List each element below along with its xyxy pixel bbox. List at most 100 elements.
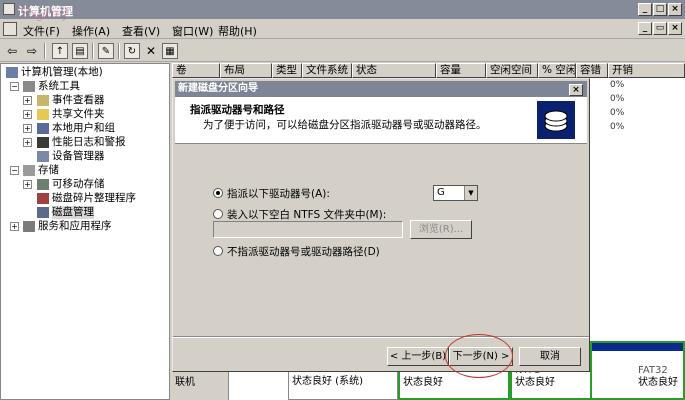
cancel-button[interactable]: 取消 bbox=[519, 347, 581, 366]
tree-item-device-manager[interactable]: 设备管理器 bbox=[52, 150, 105, 163]
assign-letter-label: 指派以下驱动器号(A): bbox=[227, 188, 330, 200]
menu-view[interactable]: 查看(V) bbox=[122, 23, 160, 39]
column-volume[interactable]: 卷 bbox=[172, 63, 220, 78]
volume-status: 状态良好 bbox=[403, 377, 443, 388]
dialog-header-title: 指派驱动器号和路径 bbox=[190, 104, 285, 116]
back-button[interactable]: < 上一步(B) bbox=[387, 347, 449, 366]
defrag-icon bbox=[37, 193, 49, 204]
overhead-value: 0% bbox=[610, 94, 625, 104]
shared-folder-icon bbox=[37, 109, 49, 120]
expand-icon[interactable]: + bbox=[23, 124, 32, 133]
column-filesystem[interactable]: 文件系统 bbox=[302, 63, 352, 78]
refresh-icon[interactable]: ↻ bbox=[124, 43, 140, 59]
overhead-value: 0% bbox=[610, 108, 625, 118]
disk-management-icon bbox=[37, 207, 49, 218]
collapse-icon[interactable]: − bbox=[10, 166, 19, 175]
drive-letter-value: G bbox=[437, 187, 445, 198]
minimize-button[interactable]: _ bbox=[638, 3, 652, 16]
storage-icon bbox=[23, 165, 35, 176]
collapse-icon[interactable]: − bbox=[10, 82, 19, 91]
column-capacity[interactable]: 容量 bbox=[436, 63, 486, 78]
column-percent-free[interactable]: % 空闲 bbox=[538, 63, 576, 78]
tree-item-local-users[interactable]: 本地用户和组 bbox=[52, 122, 115, 135]
disk-stack-icon bbox=[537, 101, 575, 139]
services-icon bbox=[23, 221, 35, 232]
toolbar-separator bbox=[44, 43, 46, 59]
column-type[interactable]: 类型 bbox=[272, 63, 302, 78]
window-titlebar: 计算机管理 Sxylmf _ □ × bbox=[0, 0, 685, 22]
up-one-level-icon[interactable]: ↑ bbox=[52, 43, 68, 59]
expand-icon[interactable]: + bbox=[10, 222, 19, 231]
volume-block[interactable]: FAT32 状态良好 bbox=[590, 341, 685, 400]
forward-arrow-icon[interactable]: ⇨ bbox=[24, 43, 40, 59]
device-manager-icon bbox=[37, 151, 49, 162]
tree-item-shared-folders[interactable]: 共享文件夹 bbox=[52, 108, 105, 121]
tree-item-perf-logs[interactable]: 性能日志和警报 bbox=[52, 136, 126, 149]
tree-item-system-tools[interactable]: 系统工具 bbox=[38, 80, 80, 93]
menu-action[interactable]: 操作(A) bbox=[72, 23, 110, 39]
expand-icon[interactable]: + bbox=[23, 180, 32, 189]
removable-storage-icon bbox=[37, 179, 49, 190]
users-icon bbox=[37, 123, 49, 134]
tree-item-event-viewer[interactable]: 事件查看器 bbox=[52, 94, 105, 107]
expand-icon[interactable]: + bbox=[23, 138, 32, 147]
child-minimize-button[interactable]: _ bbox=[638, 22, 652, 35]
properties-icon[interactable]: ✎ bbox=[98, 43, 114, 59]
dialog-close-button[interactable]: × bbox=[569, 84, 583, 96]
volume-header-bar bbox=[592, 343, 683, 351]
child-restore-button[interactable]: ▭ bbox=[653, 22, 667, 35]
tree-item-disk-management[interactable]: 磁盘管理 bbox=[52, 206, 94, 219]
maximize-button[interactable]: □ bbox=[653, 3, 667, 16]
tree-item-root[interactable]: 计算机管理(本地) bbox=[21, 66, 103, 79]
column-free-space[interactable]: 空闲空间 bbox=[486, 63, 538, 78]
tools-icon bbox=[23, 81, 35, 92]
mount-folder-radio[interactable] bbox=[213, 209, 223, 219]
no-letter-radio[interactable] bbox=[213, 246, 223, 256]
overhead-value: 0% bbox=[610, 122, 625, 132]
toolbar-separator bbox=[118, 43, 120, 59]
annotation-circle bbox=[445, 334, 513, 378]
tree-item-defrag[interactable]: 磁盘碎片整理程序 bbox=[52, 192, 136, 205]
column-layout[interactable]: 布局 bbox=[220, 63, 272, 78]
dialog-header-subtitle: 为了便于访问，可以给磁盘分区指派驱动器号或驱动器路径。 bbox=[203, 119, 487, 131]
export-list-icon[interactable]: ▦ bbox=[162, 43, 178, 59]
tree-item-services[interactable]: 服务和应用程序 bbox=[38, 220, 112, 233]
dialog-separator bbox=[173, 336, 589, 338]
show-hide-tree-icon[interactable]: ▤ bbox=[72, 43, 88, 59]
assign-letter-radio[interactable] bbox=[213, 188, 223, 198]
menu-file[interactable]: 文件(F) bbox=[23, 23, 60, 39]
column-fault-tolerance[interactable]: 容错 bbox=[576, 63, 608, 78]
expand-icon[interactable]: + bbox=[23, 110, 32, 119]
back-arrow-icon[interactable]: ⇦ bbox=[4, 43, 20, 59]
menu-window[interactable]: 窗口(W) bbox=[172, 23, 213, 39]
chevron-down-icon[interactable]: ▼ bbox=[464, 186, 477, 200]
computer-management-icon bbox=[3, 3, 15, 15]
new-partition-wizard-dialog: 新建磁盘分区向导 × 指派驱动器号和路径 为了便于访问，可以给磁盘分区指派驱动器… bbox=[172, 78, 590, 372]
dialog-header: 指派驱动器号和路径 为了便于访问，可以给磁盘分区指派驱动器号或驱动器路径。 bbox=[175, 97, 587, 144]
expand-icon[interactable]: + bbox=[23, 96, 32, 105]
mount-path-input[interactable] bbox=[213, 221, 403, 238]
disk-online-status: 联机 bbox=[175, 377, 195, 388]
column-overhead[interactable]: 开销 bbox=[608, 63, 685, 78]
close-button[interactable]: × bbox=[668, 3, 682, 16]
performance-icon bbox=[37, 137, 49, 148]
child-close-button[interactable]: × bbox=[668, 22, 682, 35]
document-menu-icon[interactable] bbox=[3, 22, 17, 36]
volume-status: 状态良好 (系统) bbox=[292, 376, 363, 387]
column-status[interactable]: 状态 bbox=[352, 63, 436, 78]
drive-letter-select[interactable]: G ▼ bbox=[433, 185, 478, 201]
mount-folder-label: 装入以下空白 NTFS 文件夹中(M): bbox=[227, 209, 387, 221]
dialog-titlebar: 新建磁盘分区向导 × bbox=[175, 81, 587, 97]
toolbar-separator bbox=[92, 43, 94, 59]
volume-status: 状态良好 bbox=[515, 377, 555, 388]
console-tree: 计算机管理(本地) − 系统工具 + 事件查看器 + 共享文件夹 + 本地用户和… bbox=[0, 63, 170, 400]
computer-icon bbox=[6, 67, 18, 78]
tree-item-storage[interactable]: 存储 bbox=[38, 164, 59, 177]
browse-button[interactable]: 浏览(R)... bbox=[410, 220, 472, 239]
toolbar: ⇦ ⇨ ↑ ▤ ✎ ↻ ✕ ▦ bbox=[0, 40, 685, 62]
tree-item-removable-storage[interactable]: 可移动存储 bbox=[52, 178, 105, 191]
menu-help[interactable]: 帮助(H) bbox=[218, 23, 257, 39]
dialog-title: 新建磁盘分区向导 bbox=[178, 83, 258, 94]
delete-icon[interactable]: ✕ bbox=[143, 43, 159, 59]
volume-status: 状态良好 bbox=[638, 377, 678, 388]
